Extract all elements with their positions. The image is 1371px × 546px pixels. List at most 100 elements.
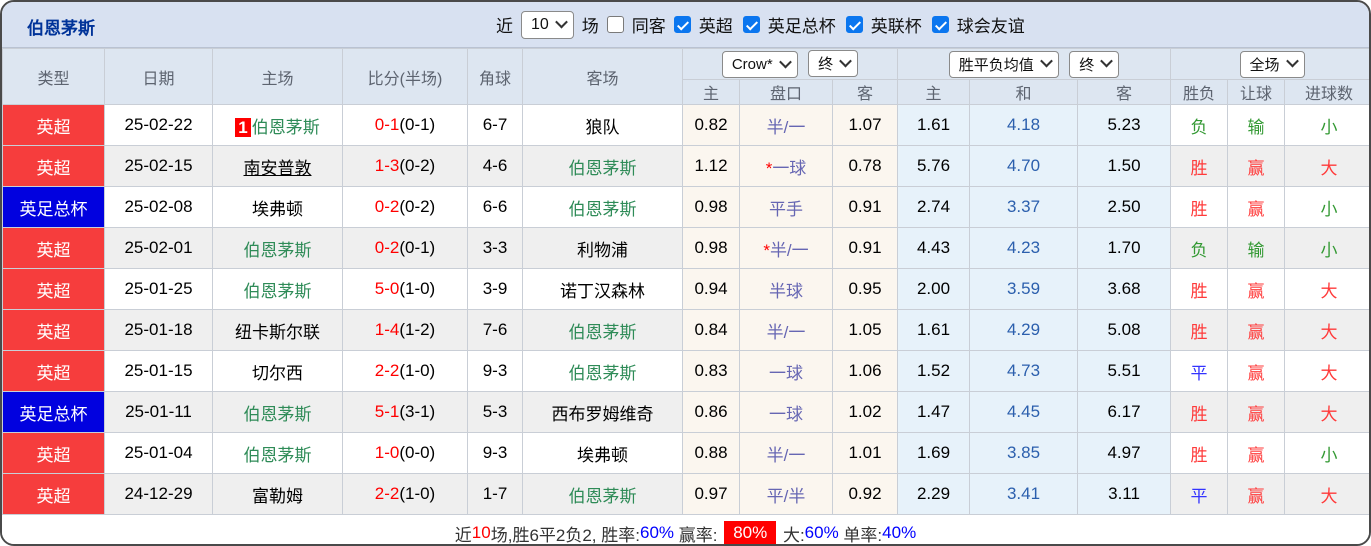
halftime-score: (1-0) xyxy=(399,361,436,380)
cell-avg-home: 4.43 xyxy=(897,227,971,269)
checkbox-icon[interactable] xyxy=(845,16,863,33)
cell-date: 25-01-04 xyxy=(104,432,213,474)
cell-avg-draw: 4.70 xyxy=(969,145,1079,187)
handicap-value: 一球 xyxy=(769,363,803,383)
chevron-down-icon xyxy=(1100,54,1114,68)
cell-score: 1-3(0-2) xyxy=(342,145,468,187)
avg-company-select[interactable]: 胜平负均值 xyxy=(948,50,1059,78)
away-team-name: 伯恩茅斯 xyxy=(568,158,637,178)
handicap-value: 半/一 xyxy=(766,322,806,342)
checkbox-icon[interactable] xyxy=(931,16,949,33)
cell-corner: 5-3 xyxy=(467,391,523,433)
cell-date: 25-02-22 xyxy=(104,104,213,146)
cell-league: 英超 xyxy=(2,432,105,474)
chevron-down-icon xyxy=(554,15,568,28)
home-team-name[interactable]: 南安普敦 xyxy=(244,159,312,178)
check-icon xyxy=(934,17,947,31)
cell-away-team: 狼队 xyxy=(522,104,683,146)
cell-result: 胜 xyxy=(1170,309,1229,351)
cell-league: 英超 xyxy=(2,268,105,310)
cell-avg-away: 3.68 xyxy=(1077,268,1172,310)
league-filter[interactable]: 英联杯 xyxy=(842,12,926,37)
cell-odds-home: 0.88 xyxy=(682,432,740,474)
summary-line: 近 10 场,胜6平2负2, 胜率: 60% 赢率: 80% 大: 60% 单率: 40% xyxy=(2,515,1369,545)
cell-league: 英超 xyxy=(2,104,105,146)
filter-controls: 近 10 场 同客 英超 英足总杯 英联杯 球会友谊 xyxy=(492,2,1031,47)
cell-handicap: 半球 xyxy=(739,268,833,310)
league-filter-label: 球会友谊 xyxy=(956,17,1025,36)
cell-goals-result: 大 xyxy=(1284,268,1369,310)
cell-date: 25-02-01 xyxy=(104,227,213,269)
cell-avg-draw: 3.41 xyxy=(969,473,1079,515)
sub-col-odds-home: 主 xyxy=(682,79,740,105)
cell-odds-home: 0.83 xyxy=(682,350,740,392)
cell-home-team: 伯恩茅斯 xyxy=(212,391,343,433)
cell-odds-home: 0.86 xyxy=(682,391,740,433)
cell-odds-home: 0.94 xyxy=(682,268,740,310)
cell-odds-away: 1.07 xyxy=(831,104,899,146)
cell-league: 英超 xyxy=(2,145,105,187)
cell-avg-home: 1.47 xyxy=(897,391,971,433)
avg-time-select[interactable]: 终 xyxy=(1069,50,1120,78)
cell-let-result: 赢 xyxy=(1227,268,1286,310)
cell-avg-away: 3.11 xyxy=(1077,473,1172,515)
fulltime-score: 0-2 xyxy=(374,197,400,216)
league-filter[interactable]: 英足总杯 xyxy=(739,12,840,37)
chevron-down-icon xyxy=(1285,54,1299,68)
halftime-score: (1-0) xyxy=(399,279,436,298)
chevron-down-icon xyxy=(778,55,792,68)
cell-date: 25-01-25 xyxy=(104,268,213,310)
cell-handicap: *一球 xyxy=(739,145,833,187)
odds-company-select[interactable]: Crow* xyxy=(721,51,798,78)
cell-home-team: 伯恩茅斯 xyxy=(212,432,343,474)
recent-count-select[interactable]: 10 xyxy=(521,10,574,39)
cell-score: 2-2(1-0) xyxy=(342,473,468,515)
handicap-value: 半/一 xyxy=(769,240,809,260)
handicap-value: 平手 xyxy=(769,199,803,219)
halftime-score: (0-1) xyxy=(399,238,436,257)
win-rate-badge: 80% xyxy=(724,521,777,544)
cell-home-team: 切尔西 xyxy=(212,350,343,392)
star-icon: * xyxy=(763,240,770,260)
handicap-value: 半/一 xyxy=(766,117,806,137)
sub-col-avg-away: 客 xyxy=(1077,79,1172,105)
halftime-score: (3-1) xyxy=(399,402,436,421)
same-opponent-checkbox[interactable] xyxy=(606,16,624,33)
cell-odds-away: 1.06 xyxy=(831,350,899,392)
cell-odds-away: 0.95 xyxy=(831,268,899,310)
cell-league: 英足总杯 xyxy=(2,391,105,433)
cell-avg-away: 5.51 xyxy=(1077,350,1172,392)
scope-select[interactable]: 全场 xyxy=(1239,50,1305,78)
league-filter[interactable]: 英超 xyxy=(670,12,737,37)
handicap-value: 半球 xyxy=(769,281,803,301)
checkbox-icon[interactable] xyxy=(673,16,691,33)
cell-avg-home: 1.52 xyxy=(897,350,971,392)
cell-date: 25-02-08 xyxy=(104,186,213,228)
league-filter[interactable]: 球会友谊 xyxy=(928,12,1029,37)
cell-let-result: 输 xyxy=(1227,104,1286,146)
cell-odds-away: 1.05 xyxy=(831,309,899,351)
odds-time-select[interactable]: 终 xyxy=(808,50,859,77)
cell-score: 5-0(1-0) xyxy=(342,268,468,310)
cell-home-team: 富勒姆 xyxy=(212,473,343,515)
cell-avg-away: 4.97 xyxy=(1077,432,1172,474)
cell-avg-draw: 3.59 xyxy=(969,268,1079,310)
cell-handicap: 一球 xyxy=(739,391,833,433)
cell-away-team: 西布罗姆维奇 xyxy=(522,391,683,433)
checkbox-icon[interactable] xyxy=(742,16,760,33)
cell-avg-away: 5.23 xyxy=(1077,104,1172,146)
fulltime-score: 0-2 xyxy=(374,238,400,257)
topbar: 伯恩茅斯 近 10 场 同客 英超 英足总杯 英联杯 球会友谊 xyxy=(2,2,1369,48)
cell-away-team: 伯恩茅斯 xyxy=(522,309,683,351)
cell-goals-result: 大 xyxy=(1284,309,1369,351)
fulltime-score: 5-0 xyxy=(374,279,400,298)
cell-avg-draw: 3.37 xyxy=(969,186,1079,228)
cell-away-team: 伯恩茅斯 xyxy=(522,186,683,228)
cell-date: 24-12-29 xyxy=(104,473,213,515)
avg-group-header: 胜平负均值 终 xyxy=(897,48,1172,80)
summary-segment: 赢率: xyxy=(674,525,723,545)
cell-result: 负 xyxy=(1170,104,1229,146)
summary-segment: 大: xyxy=(778,525,805,545)
home-team-name: 伯恩茅斯 xyxy=(243,404,312,424)
col-header-corner: 角球 xyxy=(467,48,523,105)
